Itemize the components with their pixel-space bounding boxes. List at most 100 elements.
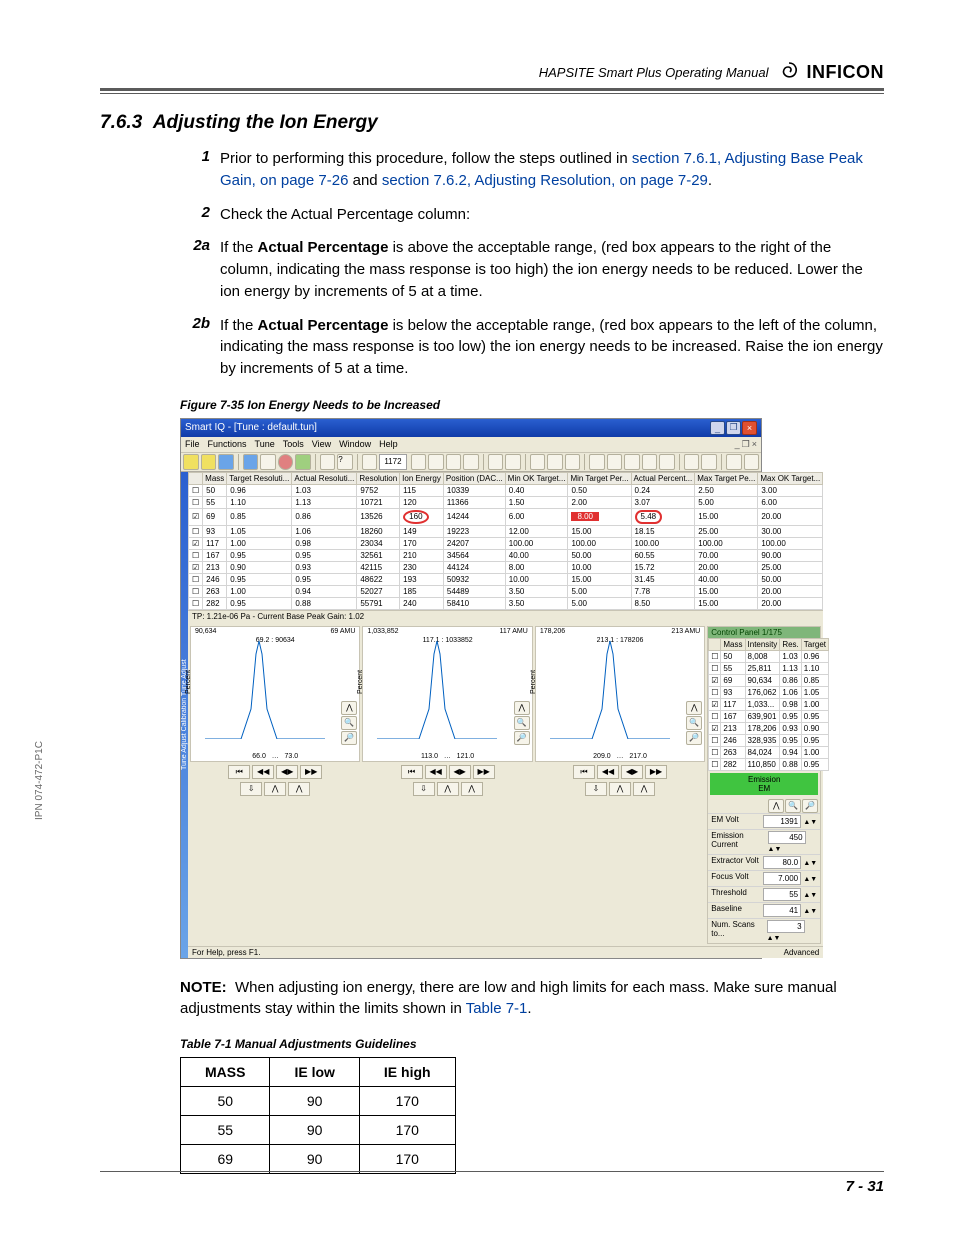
chart-zoomout-icon[interactable]: 🔎 <box>514 731 530 745</box>
grid-row[interactable]: ☐500.961.039752115103390.400.500.242.503… <box>189 484 823 496</box>
tool-icon[interactable] <box>428 454 444 470</box>
nav-down-icon[interactable]: ⇩ <box>413 782 435 796</box>
col-header[interactable]: Actual Resoluti... <box>292 472 357 484</box>
nav-peak-icon[interactable]: ⋀ <box>264 782 286 796</box>
y-icon[interactable] <box>589 454 605 470</box>
opt-icon[interactable] <box>726 454 742 470</box>
cp-prop-input[interactable] <box>767 920 805 933</box>
cp-row[interactable]: ☐5525,8111.131.10 <box>709 662 829 674</box>
stepper-icon[interactable]: ▲▼ <box>803 892 817 899</box>
nav-up-icon[interactable]: ⋀ <box>288 782 310 796</box>
nav-prev-icon[interactable]: ◀◀ <box>252 765 274 779</box>
grid-row[interactable]: ☐931.051.06182601491922312.0015.0018.152… <box>189 525 823 537</box>
stepper-icon[interactable]: ▲▼ <box>803 860 817 867</box>
row-checkbox[interactable]: ☑ <box>189 537 203 549</box>
col-header[interactable]: Min Target Per... <box>568 472 631 484</box>
grid-row[interactable]: ☐2631.000.9452027185544893.505.007.7815.… <box>189 585 823 597</box>
menu-help[interactable]: Help <box>379 439 398 450</box>
menu-tune[interactable]: Tune <box>255 439 275 450</box>
cp-prop-input[interactable] <box>763 872 801 885</box>
stepper-icon[interactable]: ▲▼ <box>803 908 817 915</box>
cp-row[interactable]: ☐93176,0621.061.05 <box>709 686 829 698</box>
chart-zoomout-icon[interactable]: 🔎 <box>686 731 702 745</box>
row-checkbox[interactable]: ☑ <box>189 561 203 573</box>
zoom-icon[interactable] <box>530 454 546 470</box>
nav-prev-icon[interactable]: ◀◀ <box>425 765 447 779</box>
mdi-restore-icon[interactable]: ❐ <box>742 439 750 450</box>
graph-icon[interactable] <box>362 454 378 470</box>
menu-functions[interactable]: Functions <box>208 439 247 450</box>
nav-first-icon[interactable]: ⏮ <box>573 765 595 779</box>
cp-prop-input[interactable] <box>763 904 801 917</box>
nav-first-icon[interactable]: ⏮ <box>401 765 423 779</box>
nav-peak-icon[interactable]: ⋀ <box>437 782 459 796</box>
stepper-icon[interactable]: ▲▼ <box>768 846 782 853</box>
chart-zoomin-icon[interactable]: 🔍 <box>341 716 357 730</box>
col-header[interactable]: Resolution <box>357 472 400 484</box>
cp-row[interactable]: ☐282110,8500.880.95 <box>709 758 829 770</box>
row-checkbox[interactable]: ☐ <box>189 597 203 609</box>
filter-icon[interactable] <box>505 454 521 470</box>
mdi-close-icon[interactable]: × <box>752 439 757 450</box>
save-icon[interactable] <box>218 454 234 470</box>
y-icon[interactable] <box>659 454 675 470</box>
tune-grid[interactable]: MassTarget Resoluti...Actual Resoluti...… <box>188 472 823 610</box>
emission-button[interactable]: EmissionEM <box>710 773 818 795</box>
col-header[interactable]: Target Resoluti... <box>227 472 292 484</box>
nav-prev-icon[interactable]: ◀◀ <box>597 765 619 779</box>
y-icon[interactable] <box>624 454 640 470</box>
col-header[interactable]: Ion Energy <box>400 472 444 484</box>
grid-row[interactable]: ☐2460.950.95486221935093210.0015.0031.45… <box>189 573 823 585</box>
grid-row[interactable]: ☑1171.000.982303417024207100.00100.00100… <box>189 537 823 549</box>
grid-row[interactable]: ☐1670.950.95325612103456440.0050.0060.55… <box>189 549 823 561</box>
cp-prop-input[interactable] <box>763 815 801 828</box>
stepper-icon[interactable]: ▲▼ <box>767 935 781 942</box>
grid-row[interactable]: ☑690.850.8613526160142446.008.005.4815.0… <box>189 508 823 525</box>
tool-icon[interactable] <box>446 454 462 470</box>
cp-prop-input[interactable] <box>763 856 801 869</box>
open-icon[interactable] <box>183 454 199 470</box>
col-header[interactable]: Position (DAC... <box>443 472 505 484</box>
maximize-button[interactable]: ❐ <box>726 421 741 435</box>
nav-next-icon[interactable]: ▶▶ <box>300 765 322 779</box>
nav-play-icon[interactable]: ◀▶ <box>449 765 471 779</box>
tool-icon[interactable] <box>463 454 479 470</box>
grid-row[interactable]: ☐2820.950.8855791240584103.505.008.5015.… <box>189 597 823 609</box>
y-icon[interactable] <box>642 454 658 470</box>
link-section-762[interactable]: section 7.6.2, Adjusting Resolution, on … <box>382 172 708 189</box>
open2-icon[interactable] <box>201 454 217 470</box>
opt-icon[interactable] <box>684 454 700 470</box>
layout-icon[interactable] <box>320 454 336 470</box>
nav-down-icon[interactable]: ⇩ <box>585 782 607 796</box>
chart-peak-icon[interactable]: ⋀ <box>341 701 357 715</box>
minimize-button[interactable]: _ <box>710 421 725 435</box>
cp-peak-icon[interactable]: ⋀ <box>768 799 784 813</box>
cp-row[interactable]: ☑1171,033...0.981.00 <box>709 698 829 710</box>
menu-view[interactable]: View <box>312 439 331 450</box>
cp-row[interactable]: ☑6990,6340.860.85 <box>709 674 829 686</box>
row-checkbox[interactable]: ☐ <box>189 496 203 508</box>
play-icon[interactable] <box>295 454 311 470</box>
menu-window[interactable]: Window <box>339 439 371 450</box>
link-table-71[interactable]: Table 7-1 <box>466 1000 528 1017</box>
toolbar-value[interactable]: 1172 <box>379 454 406 470</box>
row-checkbox[interactable]: ☐ <box>189 525 203 537</box>
nav-play-icon[interactable]: ◀▶ <box>276 765 298 779</box>
chart-zoomin-icon[interactable]: 🔍 <box>514 716 530 730</box>
row-checkbox[interactable]: ☐ <box>189 585 203 597</box>
opt-icon[interactable] <box>744 454 760 470</box>
cp-prop-input[interactable] <box>768 831 806 844</box>
col-header[interactable]: Max Target Pe... <box>695 472 758 484</box>
col-header[interactable]: Mass <box>203 472 227 484</box>
menu-file[interactable]: File <box>185 439 200 450</box>
nav-play-icon[interactable]: ◀▶ <box>621 765 643 779</box>
col-header[interactable]: Actual Percent... <box>631 472 695 484</box>
grid-row[interactable]: ☑2130.900.9342115230441248.0010.0015.722… <box>189 561 823 573</box>
nav-next-icon[interactable]: ▶▶ <box>473 765 495 779</box>
cp-row[interactable]: ☐167639,9010.950.95 <box>709 710 829 722</box>
disk-icon[interactable] <box>243 454 259 470</box>
chart-zoomin-icon[interactable]: 🔍 <box>686 716 702 730</box>
stepper-icon[interactable]: ▲▼ <box>803 876 817 883</box>
cp-row[interactable]: ☐508,0081.030.96 <box>709 650 829 662</box>
record-icon[interactable] <box>278 454 294 470</box>
